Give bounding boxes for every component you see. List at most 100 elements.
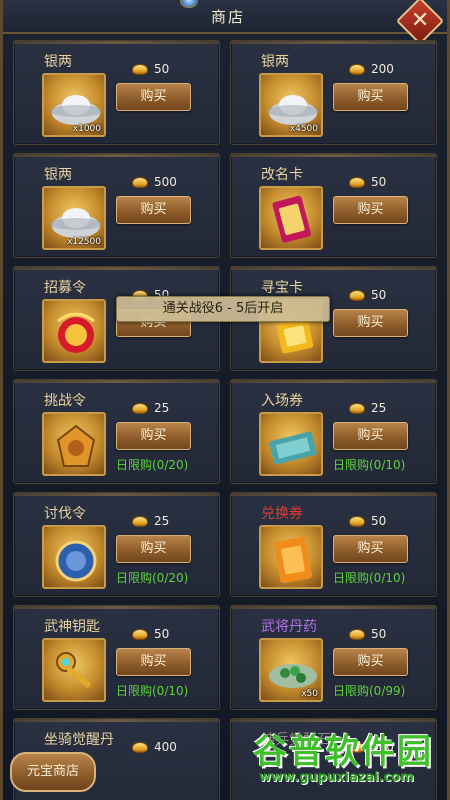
gold-ingot-icon	[349, 741, 365, 753]
price-row: 50	[132, 626, 169, 642]
price-row: 200	[349, 61, 394, 77]
item-name: 讨伐令	[44, 506, 86, 522]
shop-item-card: 神兵觉醒石 400	[230, 718, 437, 800]
item-icon-frame[interactable]: x12500	[42, 186, 106, 250]
buy-button[interactable]: 购买	[333, 535, 408, 563]
gold-ingot-icon	[132, 176, 148, 188]
price-row: 50	[132, 61, 169, 77]
price-row: 25	[349, 400, 386, 416]
item-icon-frame[interactable]: x50	[259, 638, 323, 702]
shop-item-card: 武将丹药 x50 50 购买 日限购(0/99)	[230, 605, 437, 710]
item-name: 入场券	[261, 393, 303, 409]
item-name: 挑战令	[44, 393, 86, 409]
buy-button[interactable]: 购买	[116, 648, 191, 676]
shop-item-card: 兑换券 50 购买 日限购(0/10)	[230, 492, 437, 597]
price-row: 50	[349, 287, 386, 303]
page-title: 商店	[210, 8, 245, 26]
daily-limit: 日限购(0/99)	[333, 684, 406, 698]
ticket-icon	[269, 431, 317, 465]
gold-ingot-icon	[349, 176, 365, 188]
item-name: 武将丹药	[261, 619, 317, 635]
gold-ingot-icon	[132, 515, 148, 527]
gold-ingot-icon	[132, 402, 148, 414]
item-name: 寻宝卡	[261, 280, 303, 296]
buy-button[interactable]: 购买	[116, 83, 191, 111]
item-price: 500	[154, 175, 177, 189]
shop-item-card: 武神钥匙 50 购买 日限购(0/10)	[13, 605, 220, 710]
exchange-coupon-icon	[274, 537, 312, 583]
item-icon-frame[interactable]	[42, 638, 106, 702]
buy-button[interactable]: 购买	[116, 196, 191, 224]
item-price: 200	[371, 62, 394, 76]
gold-ingot-icon	[349, 289, 365, 301]
daily-limit: 日限购(0/10)	[116, 684, 189, 698]
item-icon-frame[interactable]	[42, 299, 106, 363]
gold-ingot-icon	[349, 628, 365, 640]
item-price: 50	[371, 514, 387, 528]
item-icon-frame[interactable]: x1000	[42, 73, 106, 137]
daily-limit: 日限购(0/10)	[333, 571, 406, 585]
buy-button[interactable]: 购买	[333, 422, 408, 450]
buy-button[interactable]: 购买	[333, 83, 408, 111]
item-quantity: x1000	[72, 124, 101, 134]
gold-ingot-icon	[132, 63, 148, 75]
title-bar: 商店	[3, 0, 447, 34]
gold-ingot-icon	[349, 63, 365, 75]
item-name: 银两	[44, 54, 72, 70]
buy-button[interactable]: 购买	[333, 196, 408, 224]
buy-button[interactable]: 购买	[116, 535, 191, 563]
price-row: 400	[132, 739, 177, 755]
rename-card-icon	[272, 195, 312, 243]
price-row: 50	[349, 626, 386, 642]
gold-ingot-icon	[349, 515, 365, 527]
price-row: 50	[349, 513, 386, 529]
price-row: 50	[349, 174, 386, 190]
crusade-token-icon	[55, 540, 97, 582]
shop-item-card: 讨伐令 25 购买 日限购(0/20)	[13, 492, 220, 597]
challenge-token-icon	[56, 424, 96, 467]
item-icon-frame[interactable]	[259, 412, 323, 476]
item-price: 400	[371, 740, 394, 754]
buy-button[interactable]: 购买	[116, 422, 191, 450]
shop-item-card: 入场券 25 购买 日限购(0/10)	[230, 379, 437, 484]
buy-button[interactable]: 购买	[333, 648, 408, 676]
item-quantity: x4500	[289, 124, 318, 134]
item-name: 银两	[44, 167, 72, 183]
item-price: 50	[371, 288, 387, 302]
price-row: 25	[132, 400, 169, 416]
key-icon	[56, 652, 91, 688]
item-price: 25	[154, 514, 170, 528]
daily-limit: 日限购(0/20)	[116, 571, 189, 585]
item-price: 50	[371, 175, 387, 189]
item-price: 50	[154, 627, 170, 641]
item-name: 改名卡	[261, 167, 303, 183]
item-icon-frame[interactable]	[42, 412, 106, 476]
recruit-token-icon	[57, 312, 95, 353]
item-icon-frame[interactable]	[259, 525, 323, 589]
price-row: 400	[349, 739, 394, 755]
daily-limit: 日限购(0/10)	[333, 458, 406, 472]
item-price: 50	[154, 62, 170, 76]
gold-ingot-icon	[132, 628, 148, 640]
item-name: 银两	[261, 54, 289, 70]
item-name: 兑换券	[261, 506, 303, 522]
price-row: 500	[132, 174, 177, 190]
item-quantity: x50	[301, 689, 318, 699]
buy-button[interactable]: 购买	[333, 309, 408, 337]
shop-item-card: 银两 x4500 200 购买	[230, 40, 437, 145]
shop-item-card: 改名卡 50 购买	[230, 153, 437, 258]
close-icon: ✕	[410, 8, 430, 33]
item-name: 招募令	[44, 280, 86, 296]
item-icon-frame[interactable]: x4500	[259, 73, 323, 137]
shop-screen: 商店 ✕ 银两 x1000 50 购买 银两 x4500 200 购买 银两 x…	[0, 0, 450, 800]
gold-ingot-icon	[349, 402, 365, 414]
yuanbao-shop-button[interactable]: 元宝商店	[10, 752, 96, 792]
daily-limit: 日限购(0/20)	[116, 458, 189, 472]
item-price: 25	[371, 401, 387, 415]
item-price: 400	[154, 740, 177, 754]
gold-ingot-icon	[132, 741, 148, 753]
item-icon-frame[interactable]	[42, 525, 106, 589]
item-price: 50	[371, 627, 387, 641]
item-icon-frame[interactable]	[259, 186, 323, 250]
price-row: 25	[132, 513, 169, 529]
